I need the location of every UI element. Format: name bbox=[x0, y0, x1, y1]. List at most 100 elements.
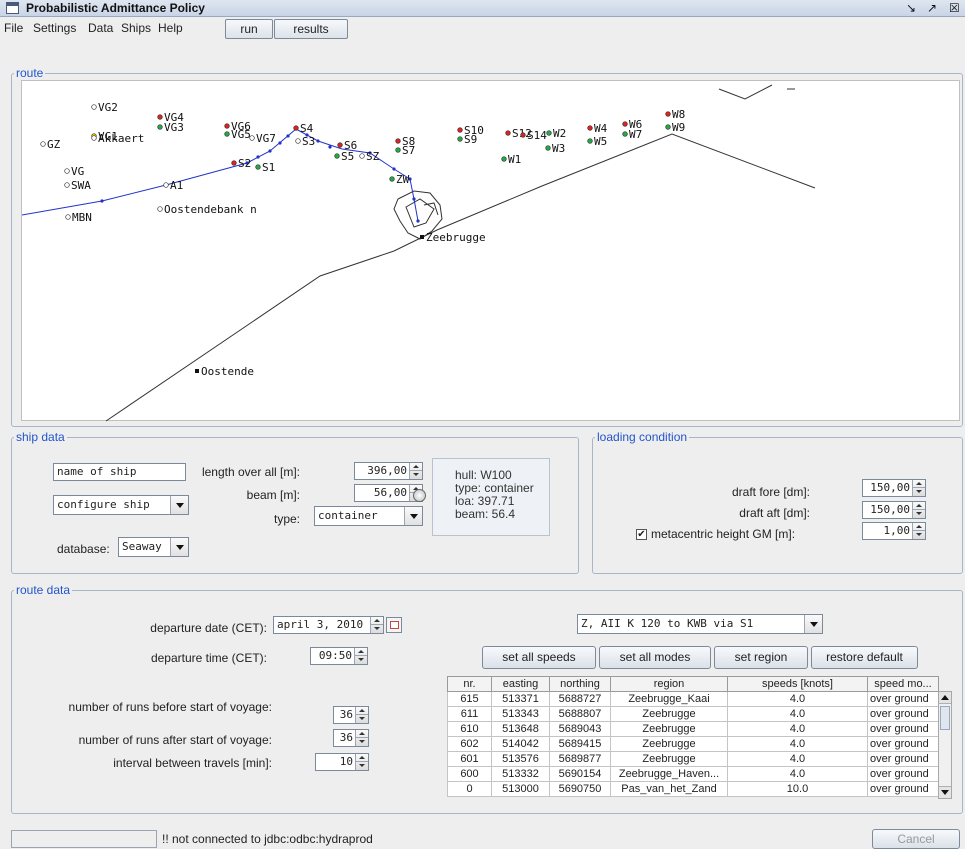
table-cell[interactable]: 513343 bbox=[491, 706, 550, 722]
buoy-marker[interactable] bbox=[334, 153, 340, 159]
draft-aft-arrows[interactable] bbox=[912, 502, 925, 518]
draft-aft-spinner[interactable]: 150,00 bbox=[862, 501, 926, 519]
table-row[interactable]: 610 513648 5689043 Zeebrugge 4.0 over ground bbox=[447, 721, 939, 737]
close-window-icon[interactable]: ☒ bbox=[949, 1, 960, 15]
buoy-marker[interactable] bbox=[501, 156, 507, 162]
col-region[interactable]: region bbox=[610, 676, 728, 692]
gm-spinner[interactable]: 1,00 bbox=[862, 522, 926, 540]
table-cell[interactable]: 611 bbox=[447, 706, 492, 722]
set-region-button[interactable]: set region bbox=[714, 646, 808, 669]
loa-spinner-arrows[interactable] bbox=[409, 463, 422, 479]
set-all-modes-button[interactable]: set all modes bbox=[599, 646, 711, 669]
table-cell[interactable]: 513648 bbox=[491, 721, 550, 737]
buoy-marker[interactable] bbox=[249, 135, 255, 141]
buoy-marker[interactable] bbox=[40, 141, 46, 147]
chevron-down-icon[interactable] bbox=[170, 496, 188, 514]
buoy-marker[interactable] bbox=[665, 124, 671, 130]
interval-arrows[interactable] bbox=[355, 754, 368, 770]
table-cell[interactable]: 5688807 bbox=[549, 706, 611, 722]
route-map[interactable]: VG2VG4VG3VG6VG5VG7S4S3S6S5SZS8S7S10S9S12… bbox=[21, 80, 960, 422]
buoy-marker[interactable] bbox=[224, 131, 230, 137]
ship-type-select[interactable]: container bbox=[314, 506, 423, 526]
table-cell[interactable]: over ground bbox=[867, 706, 939, 722]
buoy-marker[interactable] bbox=[157, 124, 163, 130]
buoy-marker[interactable] bbox=[545, 145, 551, 151]
buoy-marker[interactable] bbox=[389, 176, 395, 182]
table-row[interactable]: 0 513000 5690750 Pas_van_het_Zand 10.0 over g… bbox=[447, 781, 939, 797]
buoy-marker[interactable] bbox=[546, 130, 552, 136]
table-cell[interactable]: 601 bbox=[447, 751, 492, 767]
buoy-marker[interactable] bbox=[457, 127, 463, 133]
scroll-up-icon[interactable] bbox=[939, 692, 951, 704]
table-cell[interactable]: 4.0 bbox=[727, 751, 868, 767]
table-cell[interactable]: over ground bbox=[867, 751, 939, 767]
menu-data[interactable]: Data bbox=[88, 21, 113, 35]
table-cell[interactable]: 5690154 bbox=[549, 766, 611, 782]
table-row[interactable]: 615 513371 5688727 Zeebrugge_Kaai 4.0 over gr… bbox=[447, 691, 939, 707]
buoy-marker[interactable] bbox=[91, 135, 97, 141]
buoy-marker[interactable] bbox=[420, 235, 424, 239]
buoy-marker[interactable] bbox=[359, 153, 365, 159]
buoy-marker[interactable] bbox=[622, 131, 628, 137]
table-cell[interactable]: over ground bbox=[867, 691, 939, 707]
set-all-speeds-button[interactable]: set all speeds bbox=[482, 646, 596, 669]
table-cell[interactable]: 513371 bbox=[491, 691, 550, 707]
menu-file[interactable]: File bbox=[4, 21, 23, 35]
runs-after-arrows[interactable] bbox=[355, 730, 368, 746]
draft-fore-spinner[interactable]: 150,00 bbox=[862, 479, 926, 497]
table-cell[interactable]: 602 bbox=[447, 736, 492, 752]
col-easting[interactable]: easting bbox=[491, 676, 550, 692]
table-cell[interactable]: over ground bbox=[867, 781, 939, 797]
table-cell[interactable]: Zeebrugge_Kaai bbox=[610, 691, 728, 707]
draft-fore-arrows[interactable] bbox=[912, 480, 925, 496]
buoy-marker[interactable] bbox=[255, 164, 261, 170]
table-cell[interactable]: Pas_van_het_Zand bbox=[610, 781, 728, 797]
table-cell[interactable]: 4.0 bbox=[727, 766, 868, 782]
table-cell[interactable]: 5689043 bbox=[549, 721, 611, 737]
departure-time-arrows[interactable] bbox=[354, 648, 367, 664]
menu-settings[interactable]: Settings bbox=[33, 21, 76, 35]
table-cell[interactable]: Zeebrugge_Haven... bbox=[610, 766, 728, 782]
cancel-button[interactable]: Cancel bbox=[872, 829, 960, 849]
route-select[interactable]: Z, AII K 120 to KWB via S1 bbox=[577, 614, 823, 634]
menu-help[interactable]: Help bbox=[158, 21, 183, 35]
table-row[interactable]: 600 513332 5690154 Zeebrugge_Haven... 4.0 ove… bbox=[447, 766, 939, 782]
buoy-marker[interactable] bbox=[520, 132, 526, 138]
database-select[interactable]: Seaway bbox=[118, 537, 189, 557]
table-cell[interactable]: 600 bbox=[447, 766, 492, 782]
maximize-window-icon[interactable]: ↗ bbox=[927, 1, 937, 15]
runs-after-spinner[interactable]: 36 bbox=[333, 729, 369, 747]
table-cell[interactable]: 5690750 bbox=[549, 781, 611, 797]
departure-time-spinner[interactable]: 09:50 bbox=[310, 647, 368, 665]
table-row[interactable]: 601 513576 5689877 Zeebrugge 4.0 over ground bbox=[447, 751, 939, 767]
calendar-icon[interactable] bbox=[386, 617, 402, 633]
buoy-marker[interactable] bbox=[64, 168, 70, 174]
runs-before-arrows[interactable] bbox=[355, 707, 368, 723]
table-row[interactable]: 611 513343 5688807 Zeebrugge 4.0 over ground bbox=[447, 706, 939, 722]
table-cell[interactable]: 514042 bbox=[491, 736, 550, 752]
gm-checkbox[interactable]: ✔ bbox=[636, 529, 647, 540]
table-cell[interactable]: Zeebrugge bbox=[610, 736, 728, 752]
table-cell[interactable]: 10.0 bbox=[727, 781, 868, 797]
menu-ships[interactable]: Ships bbox=[121, 21, 151, 35]
buoy-marker[interactable] bbox=[157, 206, 163, 212]
buoy-marker[interactable] bbox=[295, 138, 301, 144]
buoy-marker[interactable] bbox=[505, 130, 511, 136]
table-cell[interactable]: 513576 bbox=[491, 751, 550, 767]
restore-window-icon[interactable]: ↘ bbox=[906, 1, 916, 15]
chevron-down-icon[interactable] bbox=[404, 507, 422, 525]
chevron-down-icon[interactable] bbox=[170, 538, 188, 556]
col-speed-mode[interactable]: speed mo... bbox=[867, 676, 939, 692]
departure-date-arrows[interactable] bbox=[370, 617, 383, 633]
table-cell[interactable]: 5688727 bbox=[549, 691, 611, 707]
table-cell[interactable]: 610 bbox=[447, 721, 492, 737]
buoy-marker[interactable] bbox=[587, 125, 593, 131]
table-cell[interactable]: 4.0 bbox=[727, 691, 868, 707]
table-cell[interactable]: 4.0 bbox=[727, 721, 868, 737]
buoy-marker[interactable] bbox=[231, 160, 237, 166]
buoy-marker[interactable] bbox=[224, 123, 230, 129]
col-northing[interactable]: northing bbox=[549, 676, 611, 692]
interval-spinner[interactable]: 10 bbox=[315, 753, 369, 771]
table-cell[interactable]: 0 bbox=[447, 781, 492, 797]
table-cell[interactable]: Zeebrugge bbox=[610, 721, 728, 737]
